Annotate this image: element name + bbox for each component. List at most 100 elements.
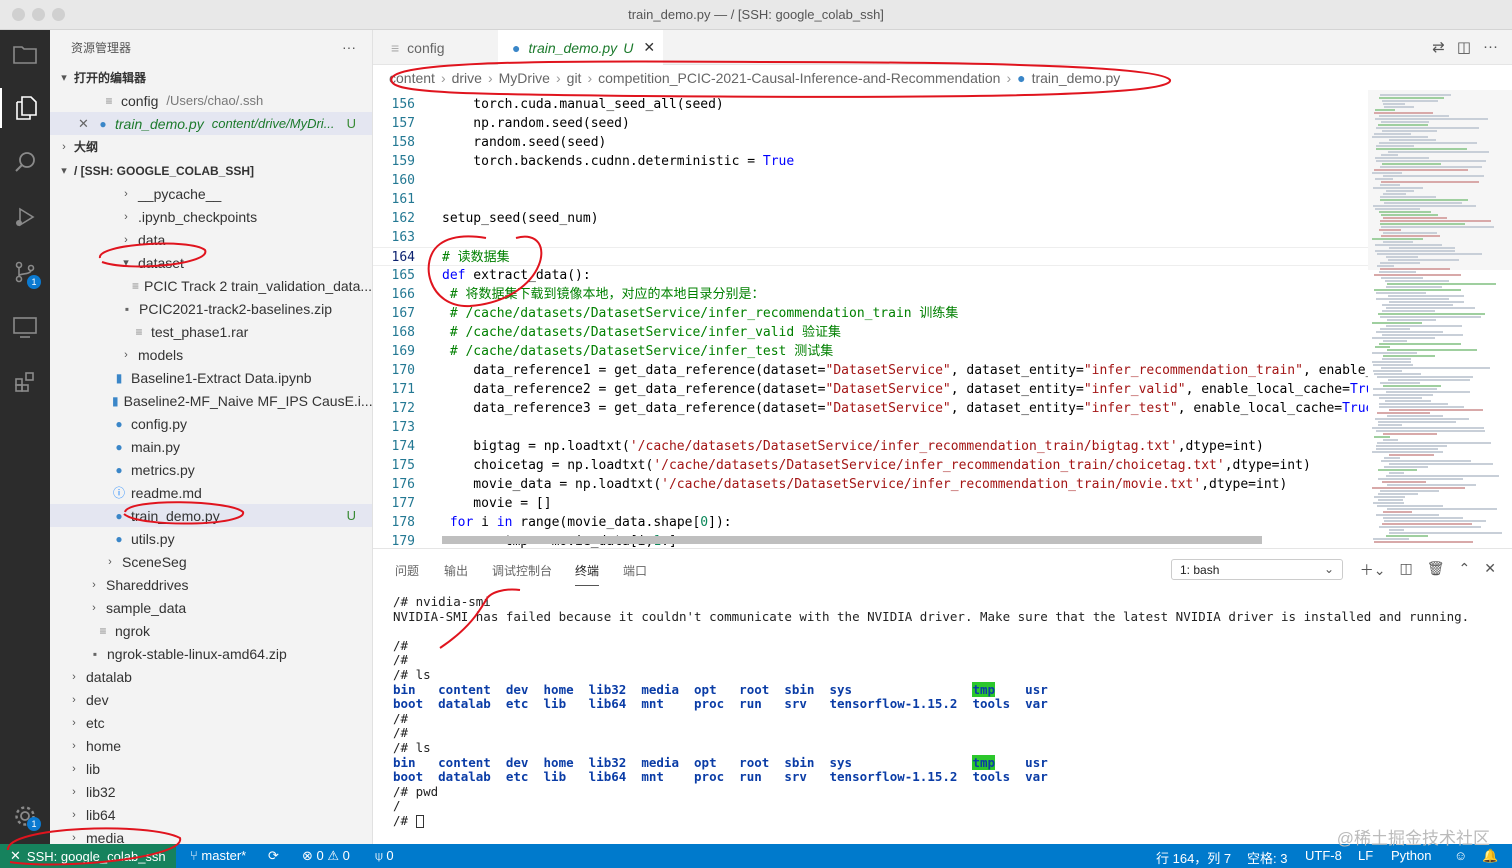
code-line[interactable]: 163 (373, 228, 1368, 247)
tree-item[interactable]: ▪ PCIC2021-track2-baselines.zip (50, 297, 372, 320)
tree-item[interactable]: › data (50, 228, 372, 251)
trash-icon[interactable]: 🗑 (1427, 560, 1445, 580)
tree-item[interactable]: ● metrics.py (50, 458, 372, 481)
ports-indicator[interactable]: ⍦ 0 (375, 848, 394, 864)
tree-item[interactable]: ● config.py (50, 412, 372, 435)
remote-explorer-icon[interactable] (0, 307, 50, 347)
code-line[interactable]: 165 def extract_data(): (373, 266, 1368, 285)
code-line[interactable]: 162 setup_seed(seed_num) (373, 209, 1368, 228)
code-line[interactable]: 169 # /cache/datasets/DatasetService/inf… (373, 342, 1368, 361)
code-line[interactable]: 164 # 读数据集 (373, 247, 1368, 266)
code-line[interactable]: 161 (373, 190, 1368, 209)
tree-item[interactable]: ▪ ngrok-stable-linux-amd64.zip (50, 642, 372, 665)
tree-item[interactable]: › media (50, 826, 372, 845)
tree-item[interactable]: › lib64 (50, 803, 372, 826)
split-editor-icon[interactable]: ◫ (1457, 38, 1471, 56)
open-editors-section[interactable]: ▾ 打开的编辑器 (50, 66, 372, 89)
code-line[interactable]: 167 # /cache/datasets/DatasetService/inf… (373, 304, 1368, 323)
feedback-icon[interactable]: ☺ (1454, 848, 1467, 863)
close-panel-icon[interactable]: ✕ (1484, 560, 1496, 580)
close-icon[interactable]: ✕ (643, 39, 655, 56)
tree-item[interactable]: › __pycache__ (50, 182, 372, 205)
run-debug-icon[interactable] (0, 197, 50, 237)
search-icon[interactable] (0, 142, 50, 182)
tree-item[interactable]: ▮ Baseline2-MF_Naive MF_IPS CausE.i... (50, 389, 372, 412)
end-of-line[interactable]: LF (1358, 848, 1373, 863)
tree-item[interactable]: › sample_data (50, 596, 372, 619)
tab-config[interactable]: ≡ config (373, 30, 498, 65)
tree-item[interactable]: ● utils.py (50, 527, 372, 550)
minimap-slider[interactable] (1368, 90, 1512, 270)
tree-item[interactable]: ≡ PCIC Track 2 train_validation_data... (50, 274, 372, 297)
cursor-position[interactable]: 行 164，列 7 (1156, 848, 1231, 867)
tree-item[interactable]: ▮ Baseline1-Extract Data.ipynb (50, 366, 372, 389)
horizontal-scrollbar[interactable] (442, 536, 1262, 544)
code-line[interactable]: 157 np.random.seed(seed) (373, 114, 1368, 133)
tree-item[interactable]: ● main.py (50, 435, 372, 458)
extensions-icon[interactable] (0, 362, 50, 402)
code-line[interactable]: 166 # 将数据集下载到镜像本地，对应的本地目录分别是： (373, 285, 1368, 304)
tree-item[interactable]: › SceneSeg (50, 550, 372, 573)
gear-icon[interactable] (0, 796, 50, 836)
tree-item[interactable]: ≡ ngrok (50, 619, 372, 642)
tree-item[interactable]: › etc (50, 711, 372, 734)
code-line[interactable]: 156 torch.cuda.manual_seed_all(seed) (373, 95, 1368, 114)
problems-indicator[interactable]: ⊗ 0 ⚠ 0 (302, 848, 350, 864)
open-editor-config[interactable]: ≡ config /Users/chao/.ssh (50, 89, 372, 112)
tab-train-demo[interactable]: ● train_demo.py U ✕ (498, 30, 663, 65)
breadcrumb-item[interactable]: train_demo.py (1032, 70, 1121, 86)
remote-indicator[interactable]: ✕ SSH: google_colab_ssh (0, 844, 176, 868)
terminal-select[interactable]: 1: bash ⌄ (1171, 559, 1343, 580)
close-icon[interactable]: ✕ (78, 116, 96, 132)
code-line[interactable]: 178 for i in range(movie_data.shape[0]): (373, 513, 1368, 532)
code-line[interactable]: 159 torch.backends.cudnn.deterministic =… (373, 152, 1368, 171)
tree-item[interactable]: › lib32 (50, 780, 372, 803)
bell-icon[interactable]: 🔔 (1482, 848, 1498, 864)
files-icon[interactable] (0, 34, 50, 74)
code-line[interactable]: 168 # /cache/datasets/DatasetService/inf… (373, 323, 1368, 342)
tab-ports[interactable]: 端口 (623, 562, 647, 579)
code-line[interactable]: 174 bigtag = np.loadtxt('/cache/datasets… (373, 437, 1368, 456)
tree-item[interactable]: ≡ test_phase1.rar (50, 320, 372, 343)
split-terminal-icon[interactable]: ◫ (1400, 560, 1413, 580)
minimap[interactable] (1368, 90, 1512, 548)
maximize-panel-icon[interactable]: ⌃ (1459, 560, 1471, 580)
open-editor-train-demo[interactable]: ✕ ● train_demo.py content/drive/MyDri...… (50, 112, 372, 135)
language-mode[interactable]: Python (1391, 848, 1431, 863)
sync-icon[interactable]: ⟳ (268, 848, 279, 864)
code-line[interactable]: 177 movie = [] (373, 494, 1368, 513)
encoding[interactable]: UTF-8 (1305, 848, 1342, 863)
tab-debug-console[interactable]: 调试控制台 (492, 562, 552, 579)
code-line[interactable]: 171 data_reference2 = get_data_reference… (373, 380, 1368, 399)
code-line[interactable]: 170 data_reference1 = get_data_reference… (373, 361, 1368, 380)
tree-item[interactable]: › Shareddrives (50, 573, 372, 596)
source-control-icon[interactable] (0, 252, 50, 292)
tree-item[interactable]: › dev (50, 688, 372, 711)
code-line[interactable]: 175 choicetag = np.loadtxt('/cache/datas… (373, 456, 1368, 475)
tab-terminal[interactable]: 终端 (575, 562, 600, 586)
indentation[interactable]: 空格: 3 (1247, 848, 1287, 867)
tab-problems[interactable]: 问题 (395, 562, 419, 579)
code-line[interactable]: 172 data_reference3 = get_data_reference… (373, 399, 1368, 418)
breadcrumb-item[interactable]: MyDrive (499, 70, 550, 86)
tree-item[interactable]: › datalab (50, 665, 372, 688)
code-line[interactable]: 173 (373, 418, 1368, 437)
branch-indicator[interactable]: ⑂ master* (190, 848, 246, 863)
workspace-section[interactable]: ▾ / [SSH: GOOGLE_COLAB_SSH] (50, 159, 372, 182)
code-line[interactable]: 176 movie_data = np.loadtxt('/cache/data… (373, 475, 1368, 494)
code-editor[interactable]: 156 torch.cuda.manual_seed_all(seed) 157 … (373, 90, 1368, 548)
tree-item[interactable]: › .ipynb_checkpoints (50, 205, 372, 228)
tree-item[interactable]: ▾ dataset (50, 251, 372, 274)
tab-output[interactable]: 输出 (444, 562, 468, 579)
more-actions-icon[interactable]: ··· (1483, 38, 1498, 56)
tree-item[interactable]: › models (50, 343, 372, 366)
tree-item[interactable]: › home (50, 734, 372, 757)
breadcrumb-item[interactable]: git (567, 70, 582, 86)
open-changes-icon[interactable]: ⇄ (1432, 38, 1445, 56)
breadcrumb-item[interactable]: drive (452, 70, 482, 86)
breadcrumb-item[interactable]: content (389, 70, 435, 86)
outline-section[interactable]: › 大纲 (50, 135, 372, 158)
code-line[interactable]: 160 (373, 171, 1368, 190)
code-line[interactable]: 158 random.seed(seed) (373, 133, 1368, 152)
tree-item[interactable]: ● train_demo.py U (50, 504, 372, 527)
